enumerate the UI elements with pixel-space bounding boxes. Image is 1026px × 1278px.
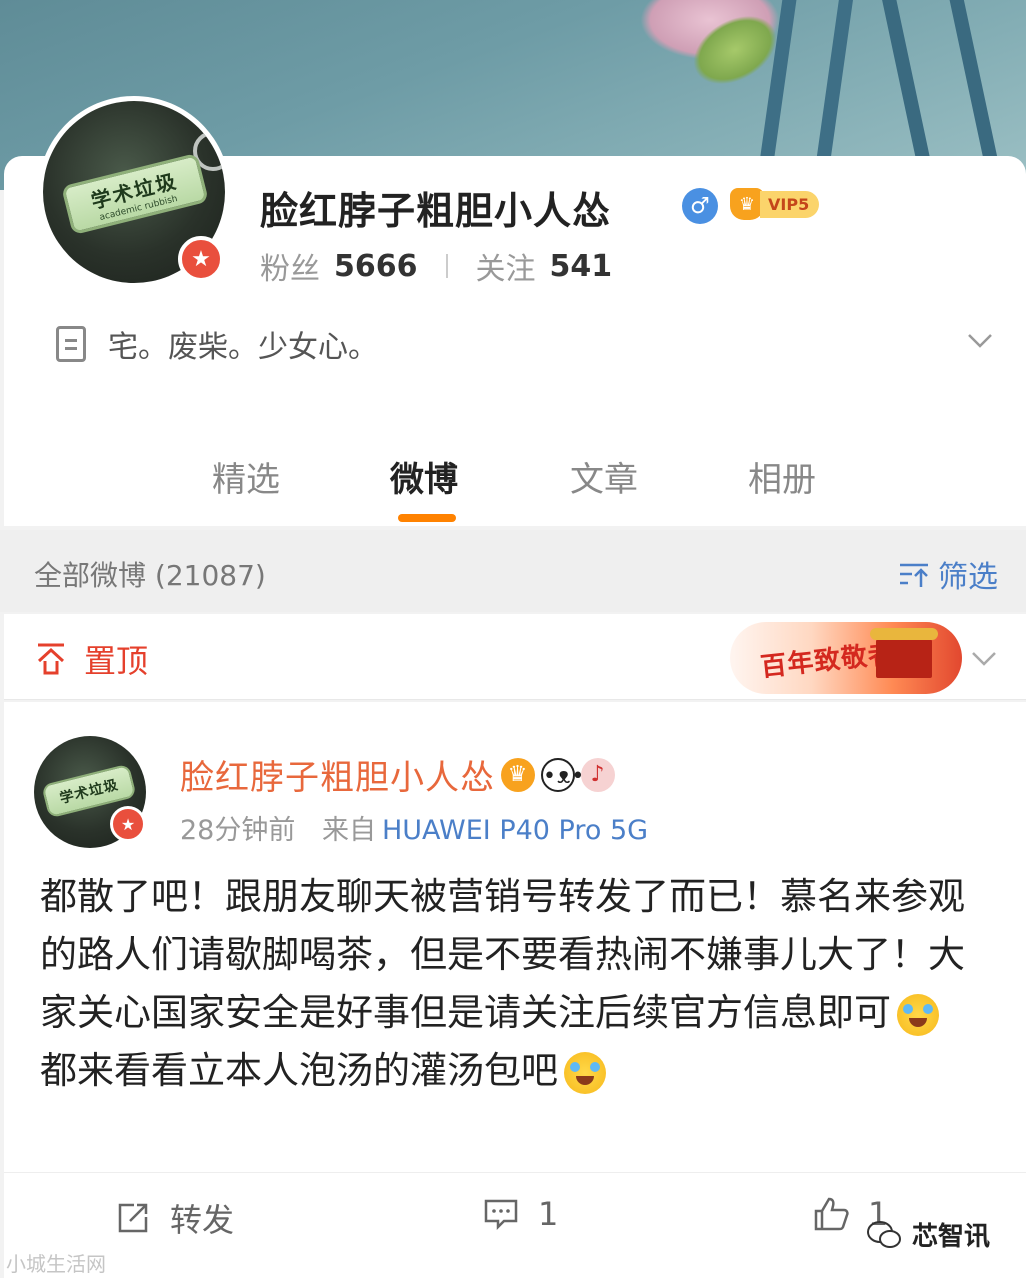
profile-tabs: 精选 微博 文章 相册 [0, 446, 1026, 526]
document-icon [56, 326, 86, 362]
repost-button[interactable]: 转发 [114, 1195, 234, 1241]
crown-icon: ♛ [730, 188, 764, 220]
post-time: 28分钟前 [180, 815, 296, 846]
chevron-down-icon[interactable] [966, 326, 994, 354]
post-author-name: 脸红脖子粗胆小人怂 [180, 758, 495, 798]
filter-icon [900, 563, 928, 587]
repost-icon [118, 1203, 148, 1233]
comment-icon [484, 1199, 518, 1231]
comment-count: 1 [538, 1195, 559, 1233]
post-text-line2: 都来看看立本人泡汤的灌汤包吧 [40, 1049, 558, 1092]
vip-label: VIP5 [760, 190, 820, 218]
post-meta: 28分钟前 来自 HUAWEI P40 Pro 5G [180, 808, 648, 847]
post-text-line1: 都散了吧！跟朋友聊天被营销号转发了而已！慕名来参观的路人们请歇脚喝茶，但是不要看… [40, 875, 965, 1034]
profile-name: 脸红脖子粗胆小人怂 [260, 189, 612, 233]
crying-laughing-emoji-icon [564, 1051, 606, 1094]
chevron-down-icon[interactable] [970, 644, 998, 672]
site-watermark: 小城生活网 [6, 1252, 106, 1276]
feed-filter-bar: 全部微博 (21087) 筛选 [0, 530, 1026, 612]
pinned-label: 置顶 [34, 636, 148, 682]
wechat-icon [867, 1220, 901, 1248]
tab-weibo[interactable]: 微博 [390, 452, 458, 501]
watermark-text: 芯智讯 [912, 1222, 991, 1252]
following-count[interactable]: 541 [550, 249, 613, 284]
filter-button[interactable]: 筛选 [898, 552, 998, 596]
comment-button[interactable]: 1 [482, 1195, 558, 1233]
following-label[interactable]: 关注 [476, 244, 536, 288]
pin-top-icon [37, 643, 65, 675]
weibo-post: 学术垃圾 ★ 脸红脖子粗胆小人怂 ♛ •ᴥ• ♪ 28分钟前 来自 HUAWEI … [4, 702, 1026, 1278]
panda-icon: •ᴥ• [541, 757, 584, 792]
weibo-count: 全部微博 (21087) [34, 559, 266, 592]
post-author[interactable]: 脸红脖子粗胆小人怂 ♛ •ᴥ• ♪ [180, 750, 615, 799]
bio-text: 宅。废柴。少女心。 [108, 330, 378, 365]
bell-icon: ♪ [581, 757, 615, 792]
followers-label[interactable]: 粉丝 [260, 244, 320, 288]
tab-articles[interactable]: 文章 [570, 452, 638, 501]
profile-stats: 粉丝 5666 关注 541 [260, 244, 612, 288]
repost-label: 转发 [170, 1201, 235, 1239]
stats-divider [445, 254, 448, 278]
post-source-prefix: 来自 [321, 815, 376, 846]
active-tab-indicator [398, 514, 456, 522]
verified-badge-icon: ★ [110, 806, 146, 842]
post-source[interactable]: HUAWEI P40 Pro 5G [382, 815, 648, 846]
thumbs-up-icon [814, 1197, 849, 1231]
verified-badge-icon: ★ [178, 236, 224, 282]
post-content: 都散了吧！跟朋友聊天被营销号转发了而已！慕名来参观的路人们请歇脚喝茶，但是不要看… [40, 868, 990, 1100]
crown-icon: ♛ [501, 757, 535, 792]
vip-badge[interactable]: ♛ VIP5 [730, 188, 820, 220]
pinned-header: 置顶 百年致敬者 [4, 614, 1026, 700]
followers-count[interactable]: 5666 [334, 249, 418, 284]
pinned-text: 置顶 [84, 642, 149, 680]
source-watermark: 芯智讯 [866, 1216, 990, 1253]
avatar-keychain-text: 学术垃圾 [58, 776, 121, 807]
crying-laughing-emoji-icon [897, 993, 939, 1036]
tab-album[interactable]: 相册 [748, 452, 816, 501]
building-icon [870, 628, 938, 678]
filter-label: 筛选 [938, 560, 998, 595]
tab-featured[interactable]: 精选 [212, 452, 280, 501]
promo-banner[interactable]: 百年致敬者 [730, 622, 962, 694]
male-gender-icon: ♂ [682, 188, 718, 224]
profile-bio: 宅。废柴。少女心。 [56, 322, 378, 366]
